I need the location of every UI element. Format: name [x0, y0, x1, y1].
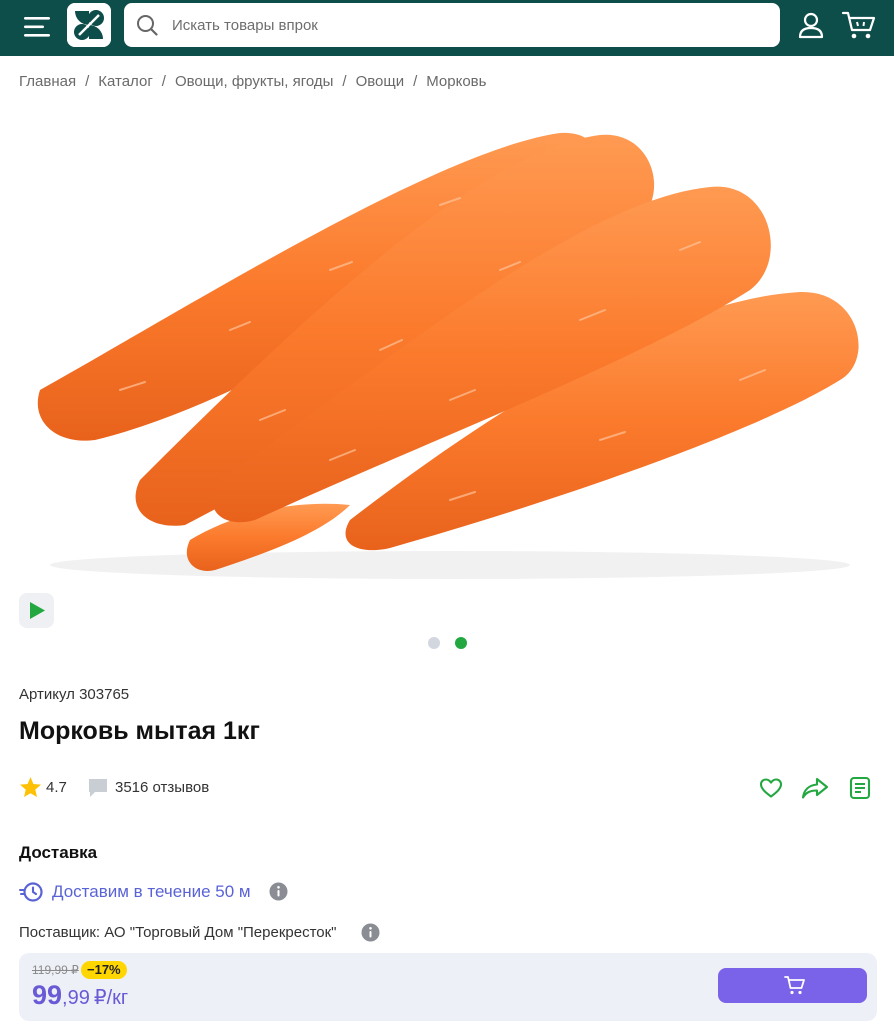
product-sku: Артикул 303765 — [19, 686, 130, 703]
delivery-heading: Доставка — [19, 843, 98, 862]
price-unit: ₽/кг — [93, 987, 129, 1009]
breadcrumb: Главная / Каталог / Овощи, фрукты, ягоды / Ово… — [19, 73, 486, 90]
heart-icon[interactable] — [759, 776, 783, 800]
add-to-cart-button[interactable] — [718, 968, 867, 1003]
product-image[interactable] — [0, 110, 894, 590]
top-header — [0, 0, 894, 56]
perekrestok-logo[interactable] — [67, 3, 111, 47]
gallery-dot-2[interactable] — [455, 637, 467, 649]
breadcrumb-carrot[interactable]: Морковь — [426, 73, 486, 90]
discount-badge: −17% — [81, 961, 127, 979]
share-icon[interactable] — [801, 776, 829, 800]
price-bar: 119,99 ₽ −17% 99,99 ₽/кг — [19, 953, 877, 1021]
breadcrumb-separator: / — [413, 73, 418, 90]
breadcrumb-separator: / — [161, 73, 166, 90]
product-title: Морковь мытая 1кг — [19, 717, 260, 745]
search-bar — [124, 3, 780, 47]
delivery-time-text: Доставим в течение 50 м — [52, 882, 251, 901]
search-icon — [137, 15, 158, 36]
fast-delivery-clock-icon — [19, 882, 43, 902]
cart-icon — [784, 976, 805, 995]
user-icon[interactable] — [795, 9, 827, 41]
old-price: 119,99 ₽ — [32, 963, 79, 977]
rating-row: 4.7 3516 отзывов — [19, 776, 879, 800]
reviews-link[interactable]: 3516 отзывов — [115, 779, 209, 796]
breadcrumb-vegetables[interactable]: Овощи — [356, 73, 405, 90]
play-video-button[interactable] — [19, 593, 54, 628]
cart-icon[interactable] — [841, 9, 877, 41]
breadcrumb-separator: / — [85, 73, 90, 90]
rating-value: 4.7 — [46, 779, 67, 796]
current-price: 99,99 ₽/кг — [32, 980, 128, 1011]
play-icon — [30, 602, 45, 619]
gallery-dot-1[interactable] — [428, 637, 440, 649]
breadcrumb-vegetables-fruits[interactable]: Овощи, фрукты, ягоды — [175, 73, 333, 90]
breadcrumb-home[interactable]: Главная — [19, 73, 76, 90]
info-icon[interactable] — [361, 923, 380, 942]
price-rubles: 99 — [32, 980, 63, 1010]
star-icon — [19, 776, 42, 798]
shopping-list-icon[interactable] — [848, 776, 872, 800]
supplier-text: Поставщик: АО "Торговый Дом "Перекресток… — [19, 924, 337, 941]
price-kopecks: ,99 — [62, 987, 90, 1009]
comment-icon — [89, 779, 107, 797]
search-input[interactable] — [172, 3, 762, 47]
breadcrumb-catalog[interactable]: Каталог — [98, 73, 153, 90]
menu-icon[interactable] — [20, 12, 54, 42]
breadcrumb-separator: / — [342, 73, 347, 90]
info-icon[interactable] — [269, 882, 288, 901]
